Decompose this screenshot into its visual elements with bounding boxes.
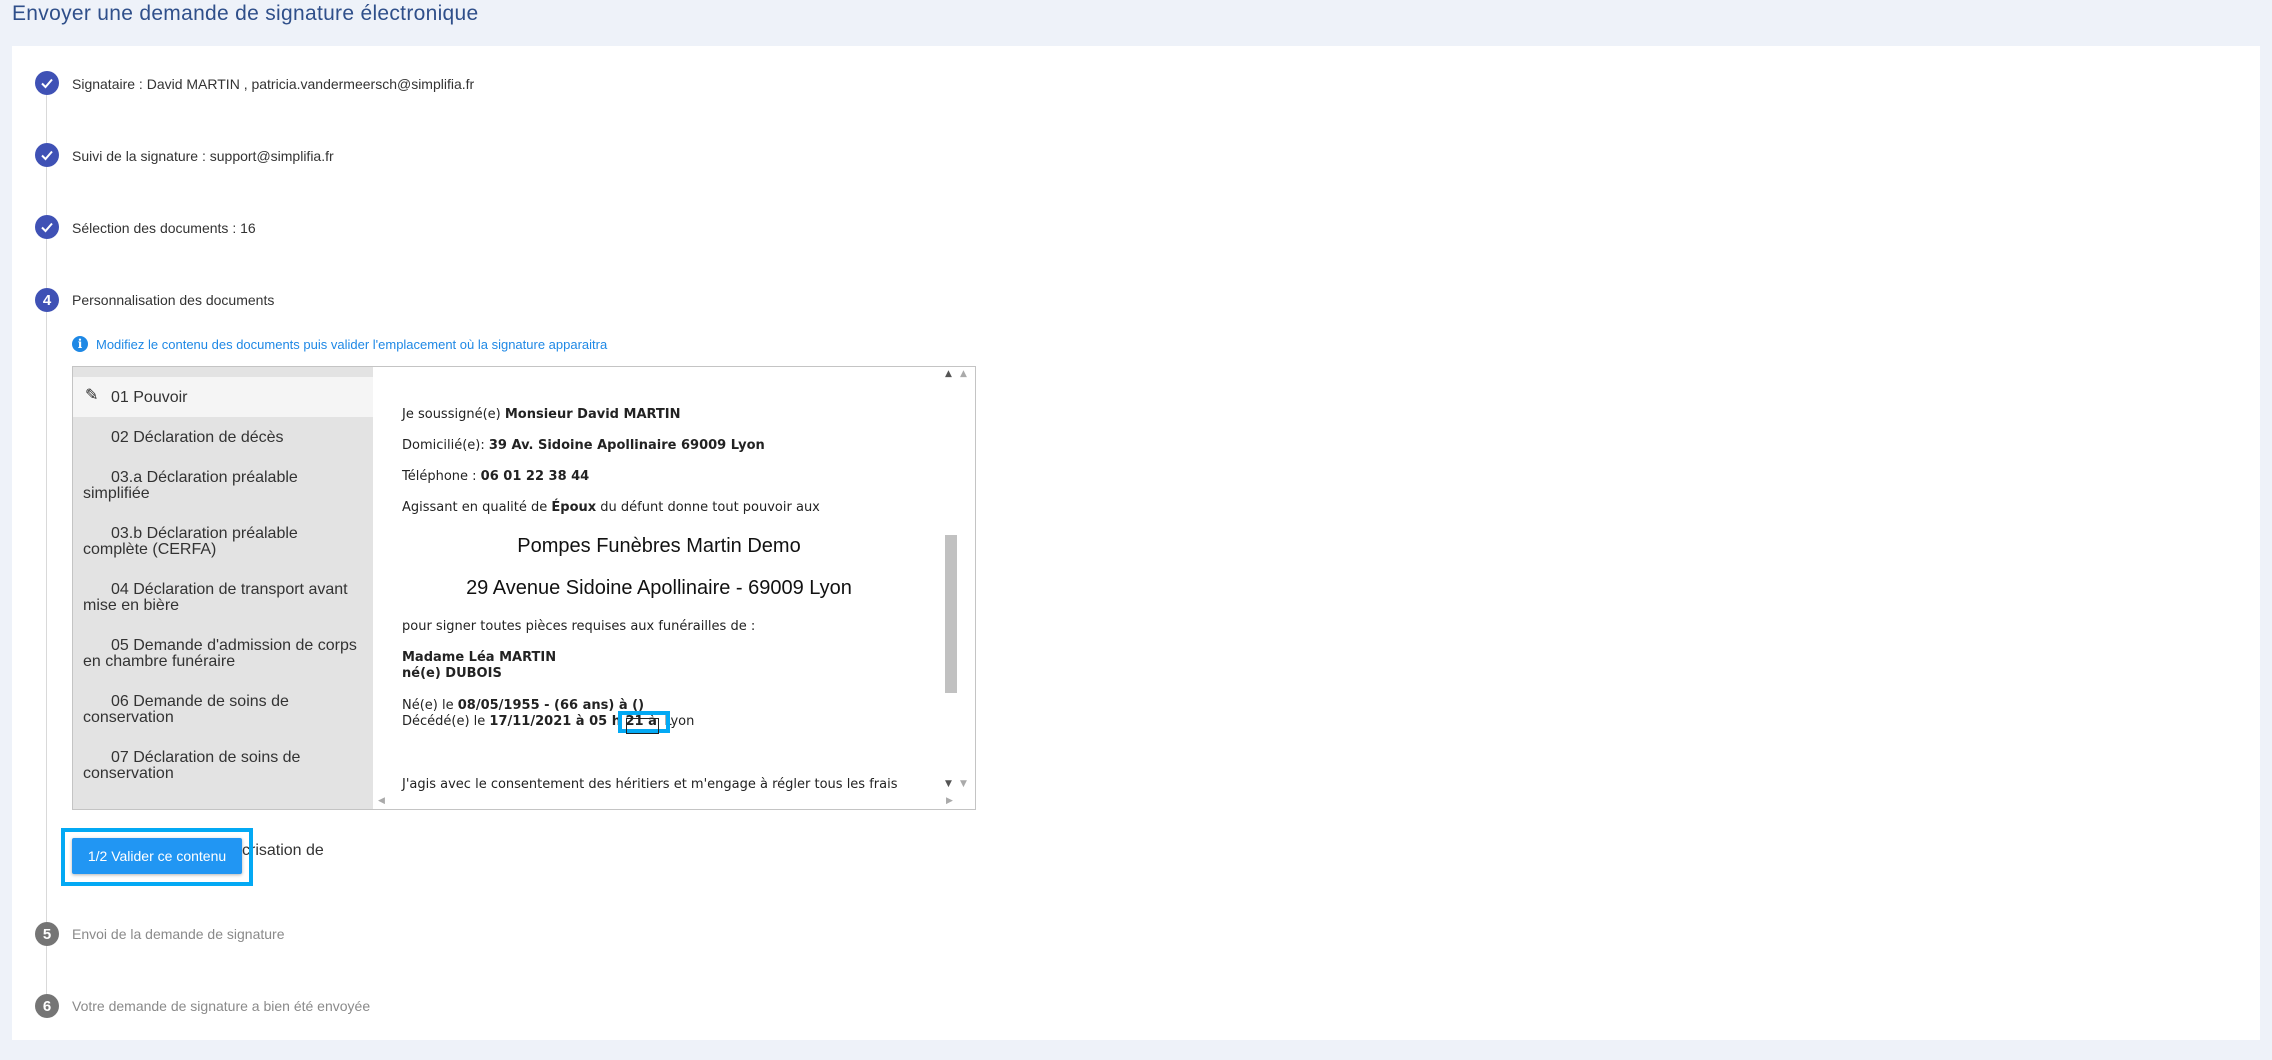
scroll-up-icon[interactable]: ▲ [945,369,952,379]
document-item-05[interactable]: 05 Demande d'admission de corps en chamb… [73,625,373,681]
death-place-highlight [618,711,670,734]
scroll-down-alt-icon[interactable]: ▼ [960,779,967,789]
doc-line-signer: Je soussigné(e) Monsieur David MARTIN [402,407,681,422]
step-5-number[interactable]: 5 [35,922,59,946]
scroll-up-alt-icon[interactable]: ▲ [960,369,967,379]
scroll-right-icon[interactable]: ▶ [946,796,953,806]
doc-company-name: Pompes Funèbres Martin Demo [517,535,801,557]
document-item-01[interactable]: ✎ 01 Pouvoir [73,377,373,417]
doc-line-consent: J'agis avec le consentement des héritier… [402,777,898,792]
step-2-label[interactable]: Suivi de la signature : support@simplifi… [72,148,334,164]
document-item-02[interactable]: 02 Déclaration de décès [73,417,373,457]
scroll-left-icon[interactable]: ◀ [378,796,385,806]
document-item-04[interactable]: 04 Déclaration de transport avant mise e… [73,569,373,625]
document-item-06[interactable]: 06 Demande de soins de conservation [73,681,373,737]
validate-content-button[interactable]: 1/2 Valider ce contenu [72,838,242,874]
scrollbar-thumb[interactable] [945,535,957,693]
step-4-number[interactable]: 4 [35,288,59,312]
doc-line-birth: Né(e) le 08/05/1955 - (66 ans) à () [402,698,645,713]
scroll-down-icon[interactable]: ▼ [945,779,952,789]
partial-text: crisation de [242,842,324,859]
document-item-07[interactable]: 07 Déclaration de soins de conservation [73,737,373,793]
step-1-check-icon[interactable] [35,71,59,95]
step-4-label[interactable]: Personnalisation des documents [72,292,274,308]
doc-line-address: Domicilié(e): 39 Av. Sidoine Apollinaire… [402,438,765,453]
info-text: Modifiez le contenu des documents puis v… [96,336,608,352]
document-list: ✎ 01 Pouvoir 02 Déclaration de décès 03.… [73,367,373,809]
document-preview[interactable]: Je soussigné(e) Monsieur David MARTIN Do… [374,367,974,809]
step-6-number[interactable]: 6 [35,994,59,1018]
document-item-03a[interactable]: 03.a Déclaration préalable simplifiée [73,457,373,513]
vertical-scrollbar[interactable]: ▲ ▲ ▼ ▼ [942,367,974,793]
document-item-03b[interactable]: 03.b Déclaration préalable complète (CER… [73,513,373,569]
doc-line-quality: Agissant en qualité de Époux du défunt d… [402,500,820,515]
pencil-icon: ✎ [85,387,99,404]
page-title: Envoyer une demande de signature électro… [12,2,479,25]
doc-line-purpose: pour signer toutes pièces requises aux f… [402,619,756,634]
doc-company-address: 29 Avenue Sidoine Apollinaire - 69009 Ly… [466,577,852,599]
step-3-check-icon[interactable] [35,215,59,239]
step-6-label[interactable]: Votre demande de signature a bien été en… [72,998,370,1014]
step-3-label[interactable]: Sélection des documents : 16 [72,220,256,236]
document-editor: ✎ 01 Pouvoir 02 Déclaration de décès 03.… [72,366,976,810]
info-message: i Modifiez le contenu des documents puis… [72,336,607,352]
horizontal-scrollbar[interactable]: ◀ ▶ [374,793,974,809]
step-1-label[interactable]: Signataire : David MARTIN , patricia.van… [72,76,474,92]
doc-deceased-birthname: né(e) DUBOIS [402,666,502,681]
doc-line-phone: Téléphone : 06 01 22 38 44 [402,469,590,484]
info-icon: i [72,336,88,352]
doc-deceased-name: Madame Léa MARTIN [402,650,557,665]
step-2-check-icon[interactable] [35,143,59,167]
step-5-label[interactable]: Envoi de la demande de signature [72,926,284,942]
